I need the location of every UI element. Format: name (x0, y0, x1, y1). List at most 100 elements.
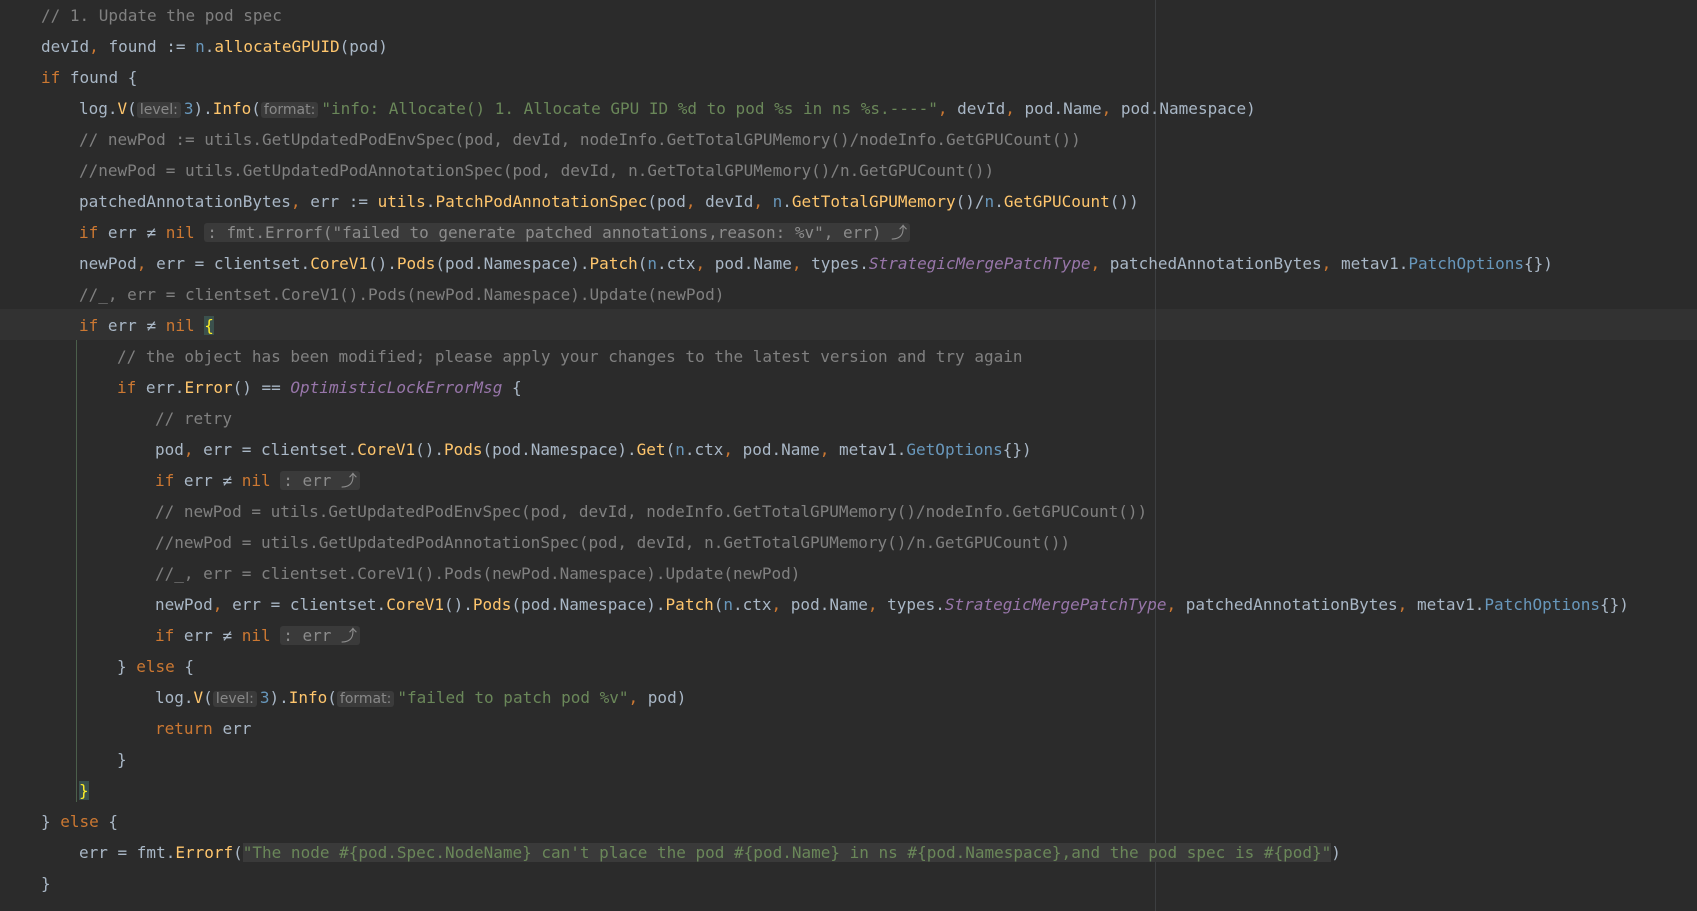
code-token: (). (443, 595, 473, 614)
code-token: if (79, 316, 108, 335)
code-token: Pods (472, 595, 512, 614)
code-token: n (772, 192, 783, 211)
code-line[interactable]: err = fmt.Errorf("The node #{pod.Spec.No… (79, 837, 1341, 868)
code-line[interactable]: log.V(level: 3).Info(format: "failed to pa… (155, 682, 686, 713)
code-token: devId (957, 99, 1006, 118)
code-token: , (1005, 99, 1025, 118)
code-token: newPod (79, 254, 137, 273)
code-token: metav1. (1416, 595, 1485, 614)
code-token: err = clientset. (156, 254, 311, 273)
code-token: , (183, 440, 204, 459)
code-token: //_, err = clientset.CoreV1().Pods(newPo… (79, 285, 725, 304)
code-token: "failed to patch pod %v" (397, 688, 629, 707)
code-token: else (136, 657, 175, 676)
code-token: Error (184, 378, 233, 397)
code-line[interactable]: //newPod = utils.GetUpdatedPodAnnotation… (155, 527, 1070, 558)
code-line[interactable]: if found { (41, 62, 137, 93)
code-line[interactable]: // 1. Update the pod spec (41, 0, 282, 31)
code-token: err = clientset. (232, 595, 387, 614)
code-line[interactable]: newPod, err = clientset.CoreV1().Pods(po… (79, 248, 1553, 279)
code-line[interactable]: // newPod := utils.GetUpdatedPodEnvSpec(… (79, 124, 1081, 155)
code-token: , (685, 192, 706, 211)
code-token: , (136, 254, 157, 273)
code-token: Patch (665, 595, 714, 614)
code-line[interactable]: devId, found := n.allocateGPUID(pod) (41, 31, 388, 62)
code-token: //_, err = clientset.CoreV1().Pods(newPo… (155, 564, 801, 583)
code-token: , (753, 192, 773, 211)
code-line[interactable]: if err ≠ nil : err ⤴ (155, 465, 361, 496)
code-line[interactable]: //newPod = utils.GetUpdatedPodAnnotation… (79, 155, 994, 186)
code-token: // newPod = utils.GetUpdatedPodEnvSpec(p… (155, 502, 1148, 521)
code-line[interactable]: } else { (41, 806, 118, 837)
code-token: return (155, 719, 223, 738)
code-token: ( (127, 99, 137, 118)
code-editor[interactable]: // 1. Update the pod spec devId, found :=… (0, 0, 1697, 911)
folded-region[interactable]: : fmt.Errorf("failed to generate patched… (204, 223, 911, 242)
code-line[interactable]: pod, err = clientset.CoreV1().Pods(pod.N… (155, 434, 1032, 465)
code-line[interactable]: // the object has been modified; please … (117, 341, 1022, 372)
code-token: , (89, 37, 109, 56)
code-token: patchedAnnotationBytes (1185, 595, 1398, 614)
code-line[interactable]: } else { (117, 651, 194, 682)
code-token: , (867, 595, 888, 614)
code-token: nil (241, 626, 281, 645)
code-token: , (1090, 254, 1110, 273)
code-token: . (994, 192, 1004, 211)
code-line[interactable]: //_, err = clientset.CoreV1().Pods(newPo… (79, 279, 724, 310)
code-token: pod.Name (790, 595, 868, 614)
code-token: types. (887, 595, 945, 614)
folded-region[interactable]: : err ⤴ (280, 471, 361, 490)
code-line[interactable]: // retry (155, 403, 232, 434)
code-token: {}) (1599, 595, 1629, 614)
code-token: Errorf (175, 843, 234, 862)
code-line[interactable]: if err.Error() == OptimisticLockErrorMsg… (117, 372, 522, 403)
code-line[interactable]: //_, err = clientset.CoreV1().Pods(newPo… (155, 558, 800, 589)
code-token: nil (241, 471, 281, 490)
code-token: devId (41, 37, 90, 56)
code-token: Info (212, 99, 252, 118)
code-token: { (98, 812, 119, 831)
code-token: () == (232, 378, 291, 397)
code-line[interactable]: // newPod = utils.GetUpdatedPodEnvSpec(p… (155, 496, 1147, 527)
code-token: (). (367, 254, 397, 273)
code-line[interactable]: patchedAnnotationBytes, err := utils.Pat… (79, 186, 1139, 217)
code-token: pod.Namespace) (1120, 99, 1256, 118)
code-token: { (174, 657, 195, 676)
code-line[interactable]: } (41, 868, 51, 899)
code-token: (pod) (339, 37, 388, 56)
code-token: pod) (647, 688, 687, 707)
code-token: , (628, 688, 648, 707)
code-token: , (290, 192, 311, 211)
code-token: OptimisticLockErrorMsg (290, 378, 503, 397)
code-token: n (647, 254, 657, 273)
code-line[interactable]: if err ≠ nil : err ⤴ (155, 620, 361, 651)
code-token: Patch (589, 254, 638, 273)
code-line[interactable]: log.V(level: 3).Info(format: "info: Alloca… (79, 93, 1256, 124)
code-token: (pod.Namespace). (511, 595, 666, 614)
code-token: {}) (1002, 440, 1032, 459)
code-token: } (41, 874, 51, 893)
code-token: GetOptions (906, 440, 1003, 459)
code-token: , (1101, 99, 1121, 118)
code-token: "info: Allocate() 1. Allocate GPU ID %d … (321, 99, 938, 118)
code-line[interactable]: } (117, 744, 127, 775)
code-token: utils (377, 192, 426, 211)
code-line[interactable]: return err (155, 713, 251, 744)
code-token: pod (155, 440, 184, 459)
code-token: . (425, 192, 436, 211)
code-token: if (117, 378, 146, 397)
code-token: if (41, 68, 70, 87)
folded-region[interactable]: : err ⤴ (280, 626, 361, 645)
code-token: ()) (1109, 192, 1139, 211)
code-token: GetTotalGPUMemory (791, 192, 956, 211)
code-token: metav1. (1340, 254, 1409, 273)
code-token: V (117, 99, 128, 118)
code-line[interactable]: } (79, 775, 89, 806)
code-token: if (79, 223, 108, 242)
code-line[interactable]: newPod, err = clientset.CoreV1().Pods(po… (155, 589, 1629, 620)
code-token: .ctx (733, 595, 772, 614)
code-line[interactable]: if err ≠ nil { (79, 310, 214, 341)
code-token: if (155, 471, 184, 490)
code-line[interactable]: if err ≠ nil : fmt.Errorf("failed to gen… (79, 217, 911, 248)
code-token: //newPod = utils.GetUpdatedPodAnnotation… (79, 161, 995, 180)
